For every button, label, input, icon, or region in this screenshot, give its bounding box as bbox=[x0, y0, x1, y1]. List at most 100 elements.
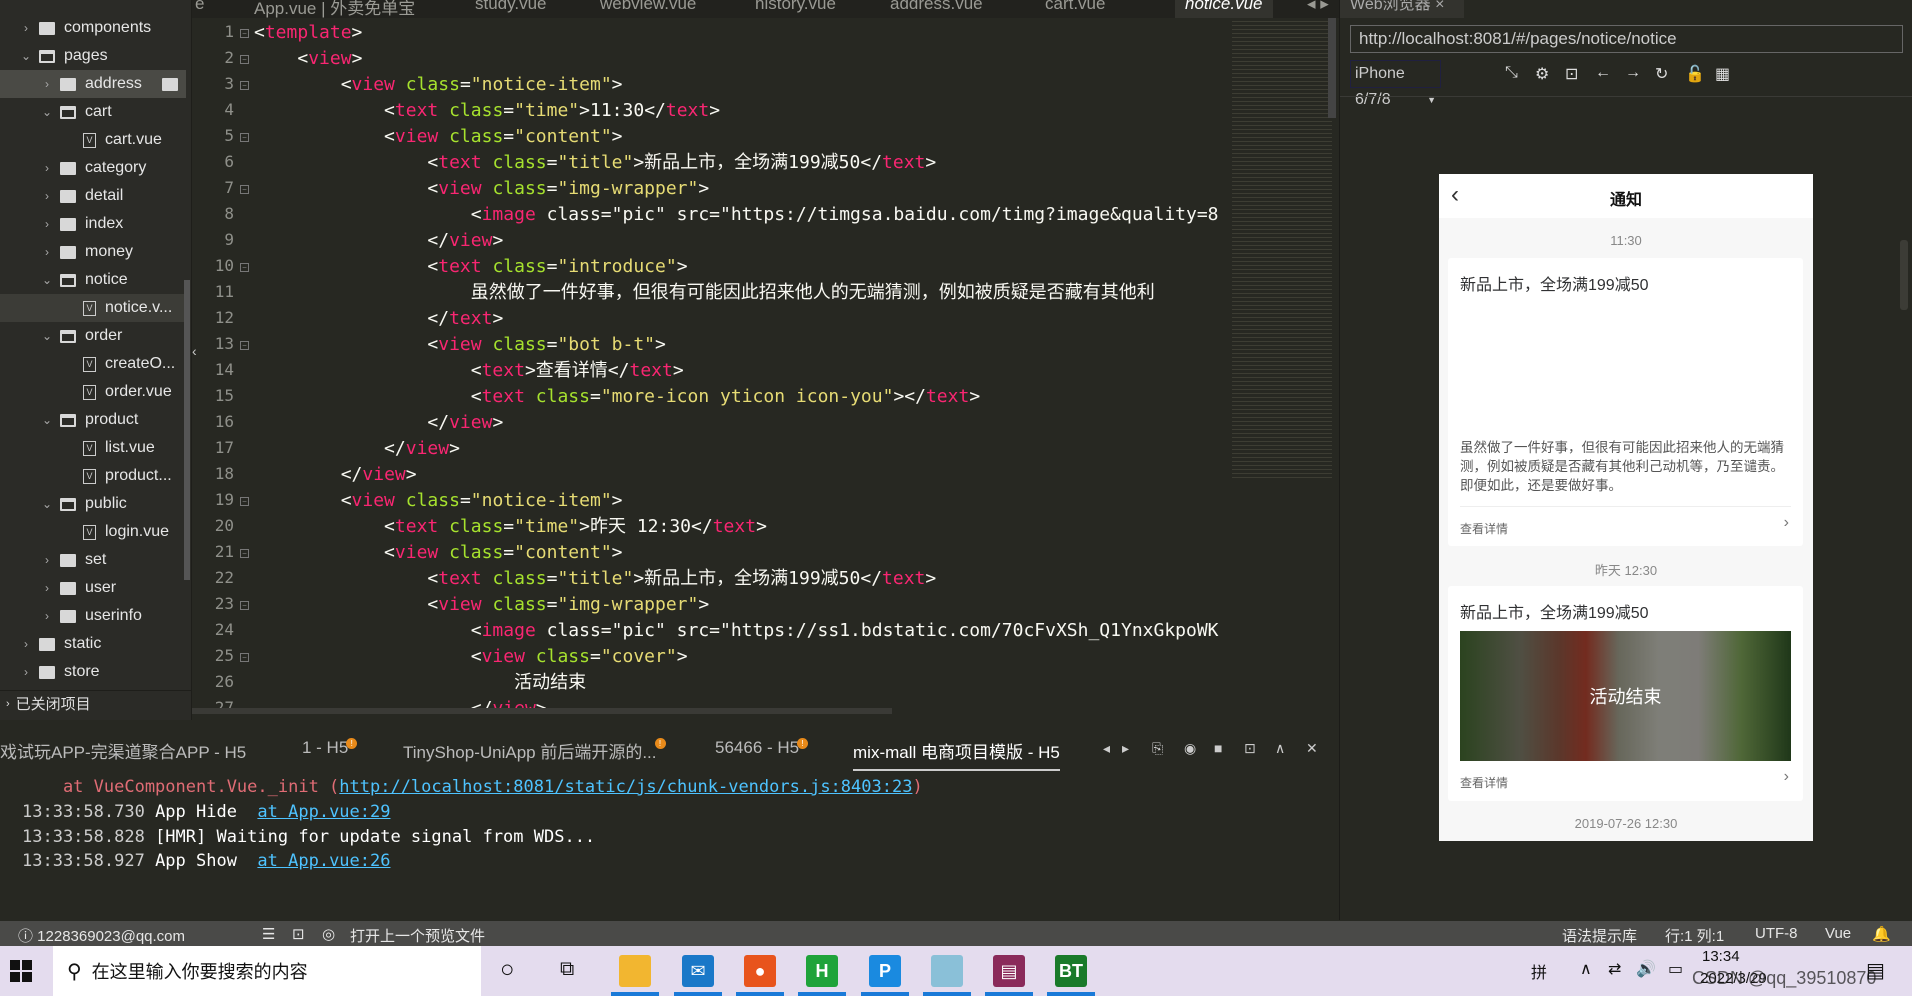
close-panel-icon[interactable]: ✕ bbox=[1306, 740, 1318, 757]
editor-tab[interactable]: cart.vue bbox=[1045, 0, 1105, 18]
settings-icon[interactable]: ⚙ bbox=[1535, 64, 1549, 84]
tree-item[interactable]: › address bbox=[0, 70, 186, 98]
chevron-down-icon[interactable]: ⌄ bbox=[40, 329, 54, 343]
editor-tab[interactable]: e bbox=[195, 0, 204, 18]
notice-card[interactable]: 新品上市，全场满199减50 活动结束 查看详情 › bbox=[1448, 586, 1803, 801]
tab-scroll-icon[interactable]: ◂ ▸ bbox=[1307, 0, 1329, 18]
editor-tab[interactable]: history.vue bbox=[755, 0, 836, 18]
editor-tab[interactable]: notice.vue bbox=[1175, 0, 1273, 18]
back-icon[interactable]: ← bbox=[1595, 64, 1611, 82]
console-tab[interactable]: TinyShop-UniApp 前后端开源的...! bbox=[403, 738, 666, 763]
new-folder-icon[interactable] bbox=[162, 77, 178, 91]
tree-item[interactable]: › index bbox=[0, 210, 186, 238]
chevron-right-icon[interactable]: › bbox=[40, 189, 54, 203]
cortana-icon[interactable]: ○ bbox=[500, 956, 515, 984]
tree-item[interactable]: ⌄ order bbox=[0, 322, 186, 350]
fold-icon[interactable]: − bbox=[240, 601, 249, 610]
preview-icon[interactable]: ◎ bbox=[322, 925, 335, 943]
editor-tab[interactable]: address.vue bbox=[890, 0, 983, 18]
horizontal-scrollbar[interactable] bbox=[192, 708, 892, 714]
stop-icon[interactable]: ◉ bbox=[1184, 740, 1196, 757]
tab-web-browser[interactable]: Web浏览器 × bbox=[1340, 0, 1464, 18]
device-select[interactable]: iPhone 6/7/8 ▼ bbox=[1350, 60, 1441, 108]
syntax-library[interactable]: 语法提示库 bbox=[1562, 925, 1637, 946]
fold-icon[interactable]: − bbox=[240, 29, 249, 38]
tree-item[interactable]: Vorder.vue bbox=[0, 378, 186, 406]
forward-icon[interactable]: → bbox=[1625, 64, 1641, 82]
terminal-icon[interactable]: ⊡ bbox=[292, 925, 305, 943]
chevron-right-icon[interactable]: › bbox=[40, 553, 54, 567]
file-explorer-icon[interactable] bbox=[619, 955, 651, 987]
console-icon[interactable]: ⊡ bbox=[1565, 64, 1578, 84]
square-icon[interactable]: ■ bbox=[1214, 740, 1222, 756]
editor-tab[interactable]: App.vue | 外卖免单宝 bbox=[254, 0, 415, 18]
mail-icon[interactable]: ✉ bbox=[682, 955, 714, 987]
hbuilderx-icon[interactable]: H bbox=[806, 955, 838, 987]
chevron-right-icon[interactable]: › bbox=[19, 21, 33, 35]
tree-item[interactable]: › user bbox=[0, 574, 186, 602]
list-icon[interactable]: ☰ bbox=[262, 925, 275, 943]
refresh-icon[interactable]: ↻ bbox=[1655, 64, 1668, 84]
bt-panel-icon[interactable]: BT bbox=[1055, 955, 1087, 987]
bell-icon[interactable]: 🔔 bbox=[1872, 925, 1891, 943]
notice-card[interactable]: 新品上市，全场满199减50 虽然做了一件好事，但很有可能因此招来他人的无端猜测… bbox=[1448, 258, 1803, 546]
rotate-icon[interactable]: ⤡ bbox=[1505, 64, 1518, 82]
tree-item[interactable]: › category bbox=[0, 154, 186, 182]
view-details-link[interactable]: 查看详情 bbox=[1460, 774, 1508, 791]
encoding[interactable]: UTF-8 bbox=[1755, 925, 1798, 942]
clock-time[interactable]: 13:34 bbox=[1702, 948, 1740, 965]
fold-icon[interactable]: − bbox=[240, 133, 249, 142]
fold-icon[interactable]: − bbox=[240, 185, 249, 194]
tree-item[interactable]: ⌄ public bbox=[0, 490, 186, 518]
close-icon[interactable]: × bbox=[1435, 0, 1444, 13]
minimap[interactable] bbox=[1232, 18, 1332, 478]
browser-scrollbar[interactable] bbox=[1900, 240, 1908, 310]
sidebar-scrollbar[interactable] bbox=[184, 280, 190, 580]
cursor-position[interactable]: 行:1 列:1 bbox=[1665, 925, 1724, 946]
tree-item[interactable]: Vcart.vue bbox=[0, 126, 186, 154]
lock-icon[interactable]: 🔓 bbox=[1685, 64, 1705, 84]
editor-tab[interactable]: webview.vue bbox=[600, 0, 696, 18]
chevron-down-icon[interactable]: ⌄ bbox=[19, 49, 33, 63]
code-editor[interactable]: <template> <view> <view class="notice-it… bbox=[254, 18, 1232, 713]
notepad-icon[interactable] bbox=[931, 955, 963, 987]
editor-tab[interactable]: study.vue bbox=[475, 0, 547, 18]
collapse-sidebar-icon[interactable]: ‹ bbox=[192, 343, 197, 359]
taskbar-search-input[interactable]: ⚲ 在这里输入你要搜索的内容 bbox=[53, 946, 481, 996]
chevron-down-icon[interactable]: ⌄ bbox=[40, 273, 54, 287]
tree-item[interactable]: ⌄ notice bbox=[0, 266, 186, 294]
console-tab[interactable]: mix-mall 电商项目模版 - H5 bbox=[853, 738, 1060, 771]
tree-item[interactable]: › store bbox=[0, 658, 186, 686]
tree-item[interactable]: › set bbox=[0, 546, 186, 574]
editor-scrollbar[interactable] bbox=[1328, 18, 1336, 118]
fold-icon[interactable]: − bbox=[240, 497, 249, 506]
error-link[interactable]: http://localhost:8081/static/js/chunk-ve… bbox=[339, 777, 912, 797]
chevron-right-icon[interactable]: › bbox=[40, 245, 54, 259]
fold-icon[interactable]: − bbox=[240, 653, 249, 662]
url-input[interactable]: http://localhost:8081/#/pages/notice/not… bbox=[1350, 25, 1903, 53]
tree-item[interactable]: › userinfo bbox=[0, 602, 186, 630]
winrar-icon[interactable]: ▤ bbox=[993, 955, 1025, 987]
view-details-link[interactable]: 查看详情 bbox=[1460, 520, 1508, 537]
chevron-down-icon[interactable]: ⌄ bbox=[40, 497, 54, 511]
tree-item[interactable]: Vlogin.vue bbox=[0, 518, 186, 546]
chevron-right-icon[interactable]: › bbox=[19, 637, 33, 651]
volume-icon[interactable]: 🔊 bbox=[1636, 959, 1656, 979]
tree-item[interactable]: ⌄ cart bbox=[0, 98, 186, 126]
fold-icon[interactable]: − bbox=[240, 263, 249, 272]
chevron-right-icon[interactable]: › bbox=[40, 161, 54, 175]
tree-item[interactable]: ⌄ pages bbox=[0, 42, 186, 70]
fold-icon[interactable]: − bbox=[240, 549, 249, 558]
tree-item[interactable]: › money bbox=[0, 238, 186, 266]
tree-item[interactable]: VcreateO... bbox=[0, 350, 186, 378]
chevron-up-icon[interactable]: ∧ bbox=[1580, 959, 1592, 979]
account-status[interactable]: ⓘ 1228369023@qq.com bbox=[18, 925, 185, 946]
tree-item[interactable]: › detail bbox=[0, 182, 186, 210]
chevron-right-icon[interactable]: › bbox=[19, 665, 33, 679]
open-previous-preview[interactable]: 打开上一个预览文件 bbox=[350, 925, 485, 946]
clear-icon[interactable]: ⎘ bbox=[1152, 740, 1163, 757]
tree-item[interactable]: Vnotice.v... bbox=[0, 294, 186, 322]
p-app-icon[interactable]: P bbox=[869, 955, 901, 987]
export-icon[interactable]: ⊡ bbox=[1244, 740, 1256, 757]
console-tab[interactable]: 1 - H5! bbox=[302, 738, 358, 758]
